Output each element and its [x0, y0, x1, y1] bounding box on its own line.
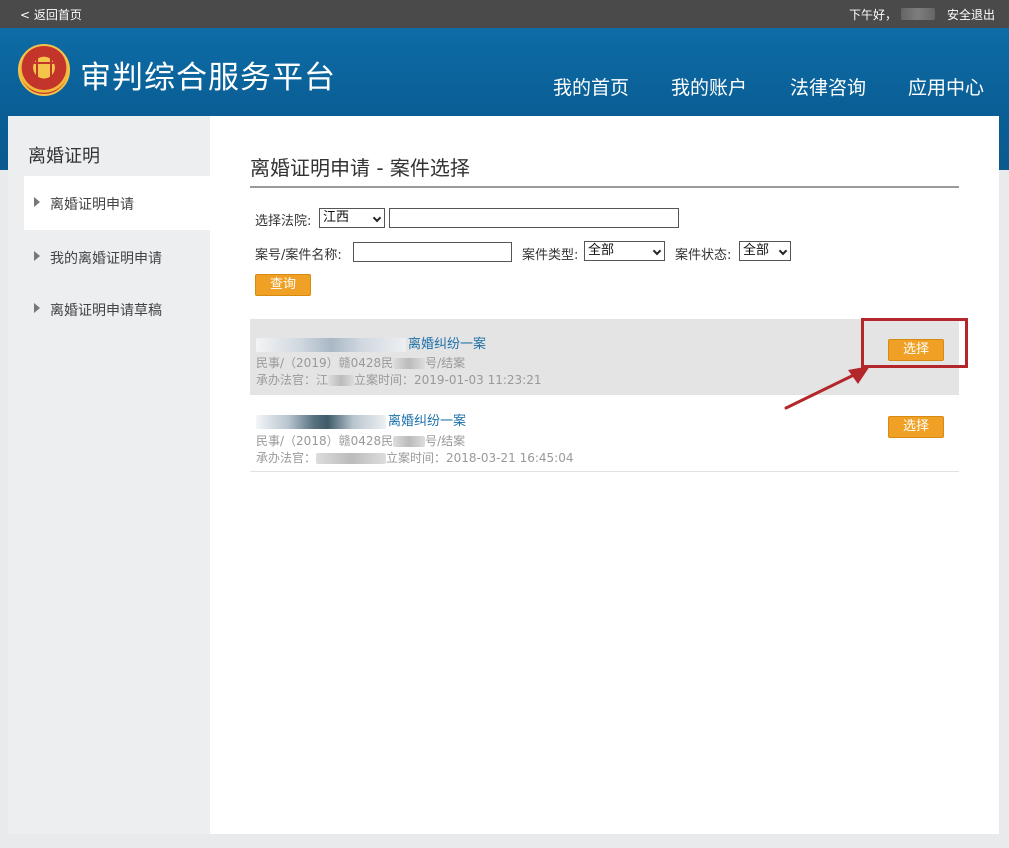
court-name-input[interactable]	[389, 208, 679, 228]
case-date: 立案时间：2019-01-03 11:23:21	[354, 373, 542, 387]
nav-account[interactable]: 我的账户	[671, 73, 747, 100]
court-emblem-icon	[18, 44, 70, 96]
blurred-text	[328, 375, 355, 386]
case-number-prefix: 民事/（2018）赣0428民	[256, 434, 394, 448]
select-case-button[interactable]: 选择	[888, 416, 944, 438]
chevron-down-icon	[372, 213, 382, 223]
case-judge-prefix: 承办法官：	[256, 451, 317, 465]
case-number-label: 案号/案件名称:	[255, 248, 342, 263]
chevron-down-icon	[652, 246, 662, 256]
main-panel: 离婚证明申请 - 案件选择 选择法院: 江西 案号/案件名称: 案件类型: 全部…	[210, 116, 999, 834]
site-title: 审判综合服务平台	[80, 60, 336, 96]
blurred-text	[393, 358, 426, 369]
case-number-suffix: 号/结案	[425, 356, 466, 370]
logout-link[interactable]: 安全退出	[947, 6, 995, 23]
sidebar-item-label: 我的离婚证明申请	[50, 251, 162, 267]
case-title-text: 离婚纠纷一案	[408, 337, 487, 352]
nav-home[interactable]: 我的首页	[553, 73, 629, 100]
sidebar-item-my-applications[interactable]: 我的离婚证明申请	[24, 230, 210, 284]
triangle-right-icon	[34, 251, 40, 261]
case-number-prefix: 民事/（2019）赣0428民	[256, 356, 394, 370]
query-button[interactable]: 查询	[255, 274, 311, 296]
case-status-select-value: 全部	[743, 243, 770, 258]
arrow-annotation-icon	[784, 366, 870, 410]
blurred-text	[316, 453, 387, 464]
triangle-right-icon	[34, 197, 40, 207]
page-title: 离婚证明申请 - 案件选择	[250, 156, 470, 180]
case-type-select-value: 全部	[588, 243, 615, 258]
sidebar-title: 离婚证明	[28, 146, 100, 167]
case-title-text: 离婚纠纷一案	[388, 414, 467, 429]
case-title-link[interactable]: 离婚纠纷一案	[256, 333, 486, 352]
case-number-input[interactable]	[353, 242, 512, 262]
title-divider	[250, 186, 959, 188]
case-type-select[interactable]: 全部	[584, 241, 665, 261]
sidebar: 离婚证明 离婚证明申请 我的离婚证明申请 离婚证明申请草稿	[8, 116, 210, 834]
case-status-select[interactable]: 全部	[739, 241, 791, 261]
case-judge-line: 承办法官： 立案时间：2018-03-21 16:45:04	[256, 449, 573, 466]
case-status-label: 案件状态:	[675, 248, 732, 263]
case-number-line: 民事/（2019）赣0428民 号/结案	[256, 354, 465, 371]
blurred-party-names	[256, 337, 406, 352]
court-select-value: 江西	[323, 210, 350, 225]
case-number-line: 民事/（2018）赣0428民 号/结案	[256, 432, 465, 449]
nav-legal-consult[interactable]: 法律咨询	[790, 73, 866, 100]
blurred-text	[393, 436, 426, 447]
sidebar-item-label: 离婚证明申请	[50, 197, 134, 213]
blurred-party-names	[256, 414, 386, 429]
court-select[interactable]: 江西	[319, 208, 385, 228]
blurred-username	[901, 8, 935, 20]
case-type-label: 案件类型:	[522, 248, 579, 263]
sidebar-item-label: 离婚证明申请草稿	[50, 303, 162, 319]
sidebar-item-divorce-cert-apply[interactable]: 离婚证明申请	[24, 176, 210, 230]
nav-app-center[interactable]: 应用中心	[908, 73, 984, 100]
back-to-home-link[interactable]: < 返回首页	[20, 6, 82, 23]
greeting-text: 下午好，	[848, 8, 897, 22]
court-label: 选择法院:	[255, 214, 312, 229]
case-title-link[interactable]: 离婚纠纷一案	[256, 410, 466, 429]
case-date: 立案时间：2018-03-21 16:45:04	[386, 451, 574, 465]
case-judge-line: 承办法官：江 立案时间：2019-01-03 11:23:21	[256, 371, 541, 388]
triangle-right-icon	[34, 303, 40, 313]
case-judge-prefix: 承办法官：江	[256, 373, 329, 387]
top-bar: < 返回首页 下午好， 安全退出	[0, 0, 1009, 28]
case-number-suffix: 号/结案	[425, 434, 466, 448]
chevron-down-icon	[778, 246, 788, 256]
sidebar-item-drafts[interactable]: 离婚证明申请草稿	[24, 282, 210, 336]
